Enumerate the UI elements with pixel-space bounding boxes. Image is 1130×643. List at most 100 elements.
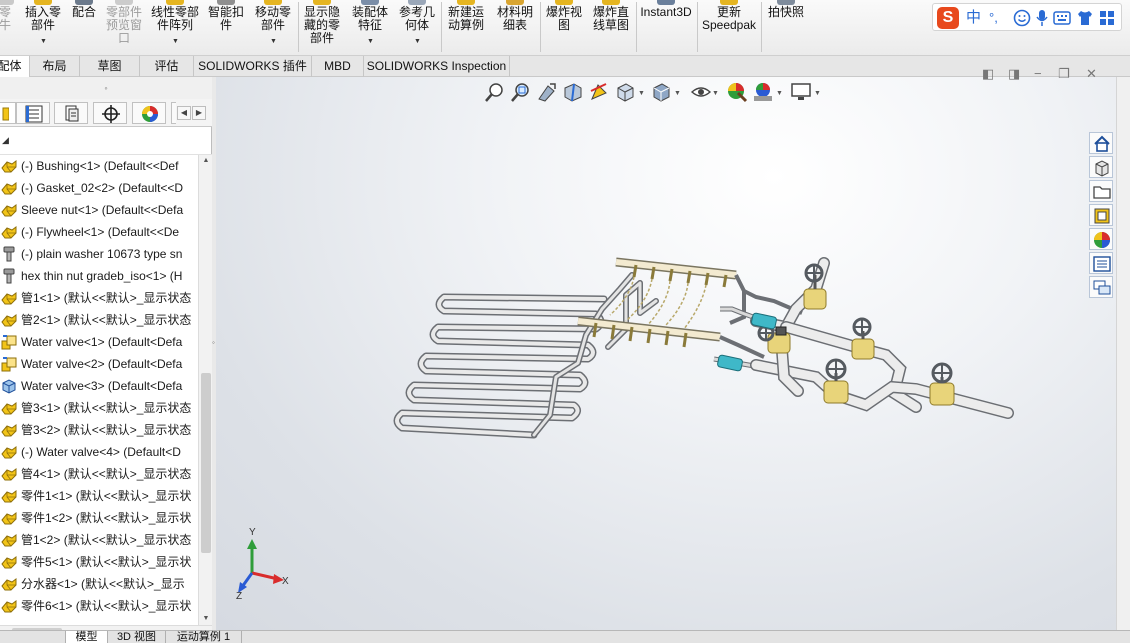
toolbox-grid-icon[interactable] — [1099, 10, 1115, 26]
tab-configuration-manager[interactable] — [54, 102, 88, 124]
window-previous-icon[interactable]: ◧ — [982, 66, 994, 82]
tab-solidworks-addins[interactable]: SOLIDWORKS 插件 — [194, 56, 312, 77]
chevron-down-icon[interactable]: ▼ — [172, 35, 179, 48]
tab-assembly[interactable]: 配体 — [0, 56, 30, 77]
tree-item[interactable]: 零件5<1> (默认<<默认>_显示状 — [0, 551, 198, 573]
emoji-icon[interactable] — [1013, 9, 1031, 27]
insert-components-button[interactable]: 插入零 部件 ▼ — [20, 0, 66, 56]
microphone-icon[interactable] — [1035, 9, 1049, 27]
scroll-thumb[interactable] — [201, 373, 211, 553]
tree-item[interactable]: 分水器<1> (默认<<默认>_显示 — [0, 573, 198, 595]
tab-motion-study-1[interactable]: 运动算例 1 — [166, 631, 242, 643]
show-hidden-components-button[interactable]: 显示隐 藏的零 部件 — [300, 0, 344, 56]
bottom-tab-scroll[interactable] — [0, 631, 66, 643]
chevron-down-icon[interactable]: ▼ — [40, 35, 47, 48]
assembly-model-viewport[interactable]: Y X Z — [216, 77, 1116, 630]
partial-command-button[interactable]: 零 牛 — [0, 0, 16, 56]
appearances-scenes-tab[interactable] — [1089, 228, 1113, 250]
tree-item[interactable]: 管1<2> (默认<<默认>_显示状态 — [0, 529, 198, 551]
splitter-handle-icon[interactable]: ◦ — [212, 338, 215, 347]
water-valve-3[interactable] — [851, 317, 875, 360]
water-valve-5[interactable] — [929, 362, 955, 406]
new-motion-study-button[interactable]: 新建运 动算例 — [443, 0, 489, 56]
chevron-down-icon[interactable]: ◢ — [2, 135, 9, 146]
tree-item-label: (-) Flywheel<1> (Default<<De — [21, 225, 180, 239]
tree-item[interactable]: (-) Flywheel<1> (Default<<De — [0, 221, 198, 243]
tree-item[interactable]: 管4<1> (默认<<默认>_显示状态 — [0, 463, 198, 485]
tree-item[interactable]: Water valve<1> (Default<Defa — [0, 331, 198, 353]
tab-display-manager[interactable] — [132, 102, 166, 124]
tab-dimxpert-manager[interactable] — [93, 102, 127, 124]
design-library-tab[interactable] — [1089, 156, 1113, 178]
tabs-scroll-left-button[interactable]: ◀ — [177, 106, 191, 120]
tree-item[interactable]: 管1<1> (默认<<默认>_显示状态 — [0, 287, 198, 309]
graphics-area[interactable]: ▼ ▼ ▼ ▼ ▼ Y X Z — [216, 77, 1116, 630]
tree-item[interactable]: Water valve<3> (Default<Defa — [0, 375, 198, 397]
linear-pattern-button[interactable]: 线性零部 件阵列 ▼ — [148, 0, 202, 56]
part-icon — [1, 598, 17, 614]
keyboard-icon[interactable] — [1053, 11, 1071, 25]
tab-partial[interactable] — [171, 102, 176, 124]
tree-item[interactable]: 零件1<2> (默认<<默认>_显示状 — [0, 507, 198, 529]
tree-item[interactable]: Water valve<2> (Default<Defa — [0, 353, 198, 375]
forum-tab[interactable] — [1089, 276, 1113, 298]
scroll-down-button[interactable]: ▼ — [199, 613, 213, 625]
component-preview-button[interactable]: 零部件 预览窗 口 — [102, 0, 146, 56]
assembly-features-button[interactable]: 装配体 特征 ▼ — [346, 0, 394, 56]
solidworks-resources-tab[interactable] — [1089, 132, 1113, 154]
manifold-upper[interactable] — [609, 257, 746, 330]
tab-solidworks-inspection[interactable]: SOLIDWORKS Inspection — [364, 56, 510, 77]
tree-item[interactable]: 管3<2> (默认<<默认>_显示状态 — [0, 419, 198, 441]
file-explorer-tab[interactable] — [1089, 180, 1113, 202]
tab-model[interactable]: 模型 — [66, 631, 108, 643]
window-next-icon[interactable]: ◨ — [1008, 66, 1020, 82]
floor-heating-coil[interactable] — [393, 272, 659, 439]
smart-fasteners-button[interactable]: 智能扣 件 — [204, 0, 248, 56]
instant3d-button[interactable]: Instant3D — [638, 0, 694, 56]
take-snapshot-button[interactable]: 拍快照 — [763, 0, 809, 56]
chevron-down-icon[interactable]: ▼ — [414, 35, 421, 48]
valve-pipework[interactable] — [750, 257, 1014, 419]
tree-item[interactable]: (-) Bushing<1> (Default<<Def — [0, 155, 198, 177]
tab-feature-manager[interactable] — [0, 102, 16, 124]
tree-item[interactable]: 管2<1> (默认<<默认>_显示状态 — [0, 309, 198, 331]
chevron-down-icon[interactable]: ▼ — [367, 35, 374, 48]
mate-button[interactable]: 配合 — [68, 0, 100, 56]
custom-properties-tab[interactable] — [1089, 252, 1113, 274]
water-valve-4[interactable] — [823, 358, 849, 404]
tab-3d-views[interactable]: 3D 视图 — [108, 631, 166, 643]
ime-punctuation-toggle[interactable]: °, — [989, 8, 998, 28]
view-palette-tab[interactable] — [1089, 204, 1113, 226]
tree-item[interactable]: 零件1<1> (默认<<默认>_显示状 — [0, 485, 198, 507]
scroll-up-button[interactable]: ▲ — [199, 155, 213, 167]
update-speedpak-button[interactable]: 更新 Speedpak — [699, 0, 759, 56]
tabs-scroll-right-button[interactable]: ▶ — [192, 106, 206, 120]
bill-of-materials-button[interactable]: 材料明 细表 — [492, 0, 538, 56]
tree-vertical-scrollbar[interactable]: ▲ ▼ — [198, 155, 212, 625]
part-icon — [1, 312, 17, 328]
tree-item[interactable]: Sleeve nut<1> (Default<<Defa — [0, 199, 198, 221]
sogou-logo-icon[interactable]: S — [937, 7, 959, 29]
skin-shirt-icon[interactable] — [1076, 9, 1094, 27]
tree-item[interactable]: (-) Gasket_02<2> (Default<<D — [0, 177, 198, 199]
tree-item[interactable]: (-) Water valve<4> (Default<D — [0, 441, 198, 463]
tab-evaluate[interactable]: 评估 — [140, 56, 194, 77]
exploded-view-button[interactable]: 爆炸视 图 — [542, 0, 586, 56]
reference-geometry-button[interactable]: 参考几 何体 ▼ — [396, 0, 438, 56]
tab-mbd[interactable]: MBD — [312, 56, 364, 77]
tab-layout[interactable]: 布局 — [30, 56, 80, 77]
minimize-icon[interactable]: − — [1034, 66, 1042, 81]
panel-grip[interactable]: ◦ — [0, 77, 212, 99]
tab-sketch[interactable]: 草图 — [80, 56, 140, 77]
tree-item[interactable]: 零件6<1> (默认<<默认>_显示状 — [0, 595, 198, 617]
chevron-down-icon[interactable]: ▼ — [270, 35, 277, 48]
tree-item[interactable]: (-) plain washer 10673 type sn — [0, 243, 198, 265]
move-component-button[interactable]: 移动零 部件 ▼ — [250, 0, 296, 56]
close-icon[interactable]: ✕ — [1086, 66, 1097, 82]
tab-property-manager[interactable] — [16, 102, 50, 124]
tree-item[interactable]: 管3<1> (默认<<默认>_显示状态 — [0, 397, 198, 419]
tree-item[interactable]: hex thin nut gradeb_iso<1> (H — [0, 265, 198, 287]
ime-language-toggle[interactable]: 中 — [966, 8, 981, 28]
restore-icon[interactable]: ❐ — [1058, 66, 1070, 82]
explode-line-sketch-button[interactable]: 爆炸直 线草图 — [588, 0, 634, 56]
